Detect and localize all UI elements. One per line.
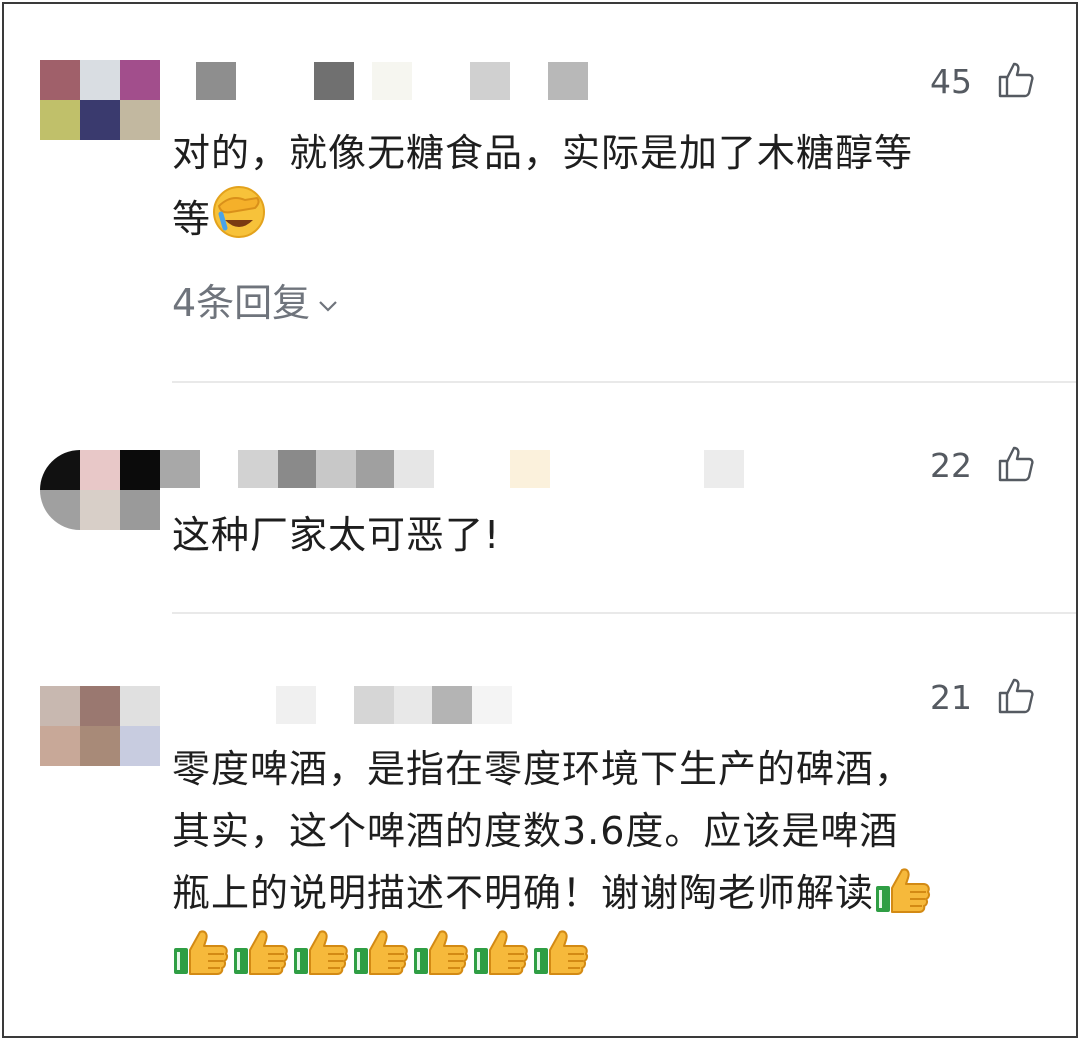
thumbs-up-emoji [874,868,934,915]
thumbs-up-emoji-row [172,924,1042,986]
thumbs-up-emoji [352,930,412,977]
like-count: 45 [930,62,972,101]
thumbs-up-emoji [472,930,532,977]
thumbs-up-emoji [232,930,292,977]
divider [172,381,1076,383]
avatar[interactable] [40,450,160,530]
thumbs-up-outline-icon[interactable] [996,60,1036,100]
username-redacted[interactable] [276,686,536,724]
comment-text: 对的，就像无糖食品，实际是加了木糖醇等 等 [172,131,914,241]
username-redacted[interactable] [196,62,596,100]
facepalm-laugh-emoji [213,186,266,238]
avatar[interactable] [40,686,160,766]
comment-text: 这种厂家太可恶了! [172,513,501,557]
like-count: 22 [930,446,972,485]
thumbs-up-outline-icon[interactable] [996,444,1036,484]
avatar[interactable] [40,60,160,140]
thumbs-up-emoji [172,930,232,977]
comment-item: 21 零度啤酒，是指在零度环境下生产的碑酒， 其实，这个啤酒的度数3.6度。应该… [4,614,1076,1034]
comment-item: 22 这种厂家太可恶了! [4,384,1076,612]
thumbs-up-emoji [292,930,352,977]
thumbs-up-emoji [412,930,472,977]
username-redacted[interactable] [160,450,760,488]
comment-item: 45 对的，就像无糖食品，实际是加了木糖醇等 等 4条回复 [4,4,1076,382]
thumbs-up-emoji [532,930,592,977]
comment-text: 零度啤酒，是指在零度环境下生产的碑酒， 其实，这个啤酒的度数3.6度。应该是啤酒… [172,738,1042,986]
thumbs-up-outline-icon[interactable] [996,676,1036,716]
comment-list: 45 对的，就像无糖食品，实际是加了木糖醇等 等 4条回复 22 这种厂家太可恶… [2,2,1078,1038]
like-count: 21 [930,678,972,717]
view-replies-button[interactable]: 4条回复 [172,278,340,328]
chevron-down-icon [319,300,337,312]
